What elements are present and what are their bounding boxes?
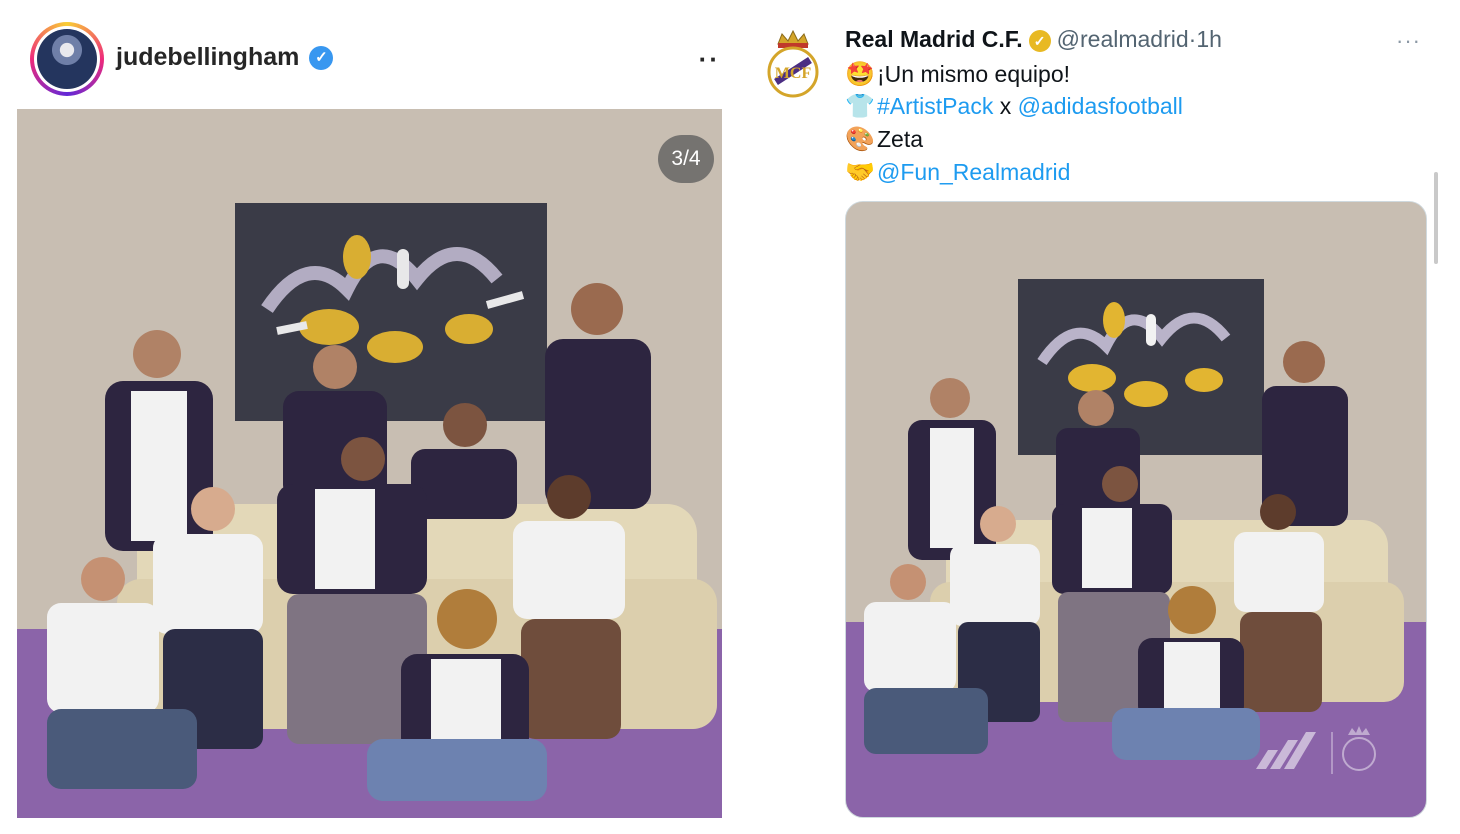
mention-link[interactable]: @Fun_Realmadrid [877,159,1070,185]
scrollbar[interactable] [1434,172,1438,264]
mention-link[interactable]: @adidasfootball [1018,93,1183,119]
timestamp[interactable]: 1h [1196,26,1222,52]
real-madrid-crest-avatar[interactable]: MCF [764,28,822,100]
gold-verified-icon: ✓ [1028,29,1051,52]
star-struck-emoji-icon: 🤩 [845,61,875,88]
display-name[interactable]: Real Madrid C.F. [845,26,1023,52]
username-row[interactable]: judebellingham ✓ [116,43,334,72]
more-options-icon[interactable]: ··· [1396,28,1421,54]
tweet-line-2: 👕#ArtistPack x @adidasfootball [845,92,1183,121]
group-photo-illustration [17,109,722,818]
verified-check-icon: ✓ [309,46,334,71]
real-madrid-crest-icon: MCF [767,29,819,98]
tweet-image[interactable] [845,201,1427,818]
instagram-post-header: judebellingham ✓ ·· [30,22,730,96]
joiner-text: x [993,93,1018,119]
tweet-header: Real Madrid C.F. ✓ @realmadrid·1h [845,26,1445,56]
avatar-photo [37,29,97,89]
tweet-text: Zeta [877,126,924,152]
palette-emoji-icon: 🎨 [845,126,875,153]
slide-counter: 3/4 [658,135,714,183]
group-photo-illustration [846,202,1426,817]
svg-text:MCF: MCF [775,65,812,82]
post-image[interactable]: 3/4 [17,109,722,818]
tweet-line-3: 🎨Zeta [845,125,923,154]
hashtag-link[interactable]: #ArtistPack [877,93,993,119]
shirt-emoji-icon: 👕 [845,93,875,120]
more-options-icon[interactable]: ·· [699,44,720,75]
username[interactable]: judebellingham [116,43,299,71]
tweet-line-4: 🤝@Fun_Realmadrid [845,158,1070,187]
handshake-emoji-icon: 🤝 [845,159,875,186]
tweet-line-1: 🤩¡Un mismo equipo! [845,60,1070,89]
tweet-text: ¡Un mismo equipo! [877,61,1071,87]
handle[interactable]: @realmadrid [1057,26,1189,52]
profile-avatar[interactable] [30,22,104,96]
